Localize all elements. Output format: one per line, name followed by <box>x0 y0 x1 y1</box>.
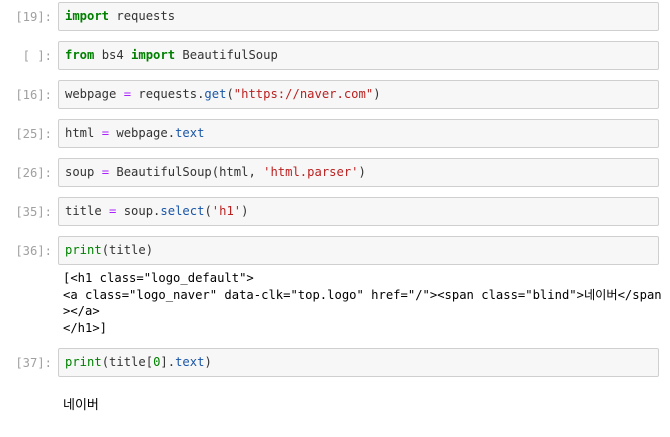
cell-output: 네이버 <box>63 398 99 413</box>
code-text: BeautifulSoup(html, <box>109 165 264 179</box>
code-input[interactable]: title = soup.select('h1') <box>58 197 659 226</box>
code-input[interactable]: webpage = requests.get("https://naver.co… <box>58 80 659 109</box>
builtin-print: print <box>65 243 102 257</box>
cell-prompt: [26]: <box>15 166 52 180</box>
operator: = <box>123 87 132 101</box>
code-text: ]. <box>160 355 176 369</box>
attribute: text <box>175 126 205 140</box>
cell-output: [<h1 class="logo_default"> <a class="log… <box>63 271 662 335</box>
cell-prompt: [16]: <box>15 88 52 102</box>
code-text: (title[ <box>101 355 154 369</box>
attribute: text <box>175 355 205 369</box>
builtin-print: print <box>65 355 102 369</box>
code-text: bs4 <box>94 48 132 62</box>
code-text: BeautifulSoup <box>175 48 278 62</box>
keyword-from: from <box>65 48 95 62</box>
code-input[interactable]: import requests <box>58 2 659 31</box>
code-text: title <box>65 204 110 218</box>
code-text: ( <box>204 204 212 218</box>
code-input[interactable]: print(title) <box>58 236 659 265</box>
code-text: html <box>65 126 102 140</box>
keyword-import: import <box>65 9 110 23</box>
string-literal: 'h1' <box>211 204 242 218</box>
code-input[interactable]: soup = BeautifulSoup(html, 'html.parser'… <box>58 158 659 187</box>
cell-prompt: [35]: <box>15 205 52 219</box>
operator: = <box>101 165 110 179</box>
code-text: ) <box>358 165 366 179</box>
operator: = <box>101 126 110 140</box>
code-input[interactable]: from bs4 import BeautifulSoup <box>58 41 659 70</box>
code-input[interactable]: html = webpage.text <box>58 119 659 148</box>
cell-prompt: [19]: <box>15 10 52 24</box>
string-literal: 'html.parser' <box>263 165 359 179</box>
code-text: soup. <box>116 204 161 218</box>
code-text: requests. <box>131 87 205 101</box>
cell-prompt: [37]: <box>15 356 52 370</box>
string-literal: "https://naver.com" <box>233 87 374 101</box>
attribute: select <box>160 204 205 218</box>
code-text: ) <box>373 87 381 101</box>
code-text: webpage. <box>109 126 176 140</box>
code-text: soup <box>65 165 102 179</box>
cell-prompt: [36]: <box>15 244 52 258</box>
code-text: (title) <box>101 243 154 257</box>
code-input[interactable]: print(title[0].text) <box>58 348 659 377</box>
cell-prompt: [25]: <box>15 127 52 141</box>
code-text: webpage <box>65 87 124 101</box>
code-text: requests <box>109 9 176 23</box>
code-text: ) <box>241 204 249 218</box>
keyword-import: import <box>131 48 176 62</box>
code-text: ) <box>204 355 212 369</box>
attribute: get <box>204 87 227 101</box>
cell-prompt: [ ]: <box>22 49 52 63</box>
code-text: ( <box>226 87 234 101</box>
